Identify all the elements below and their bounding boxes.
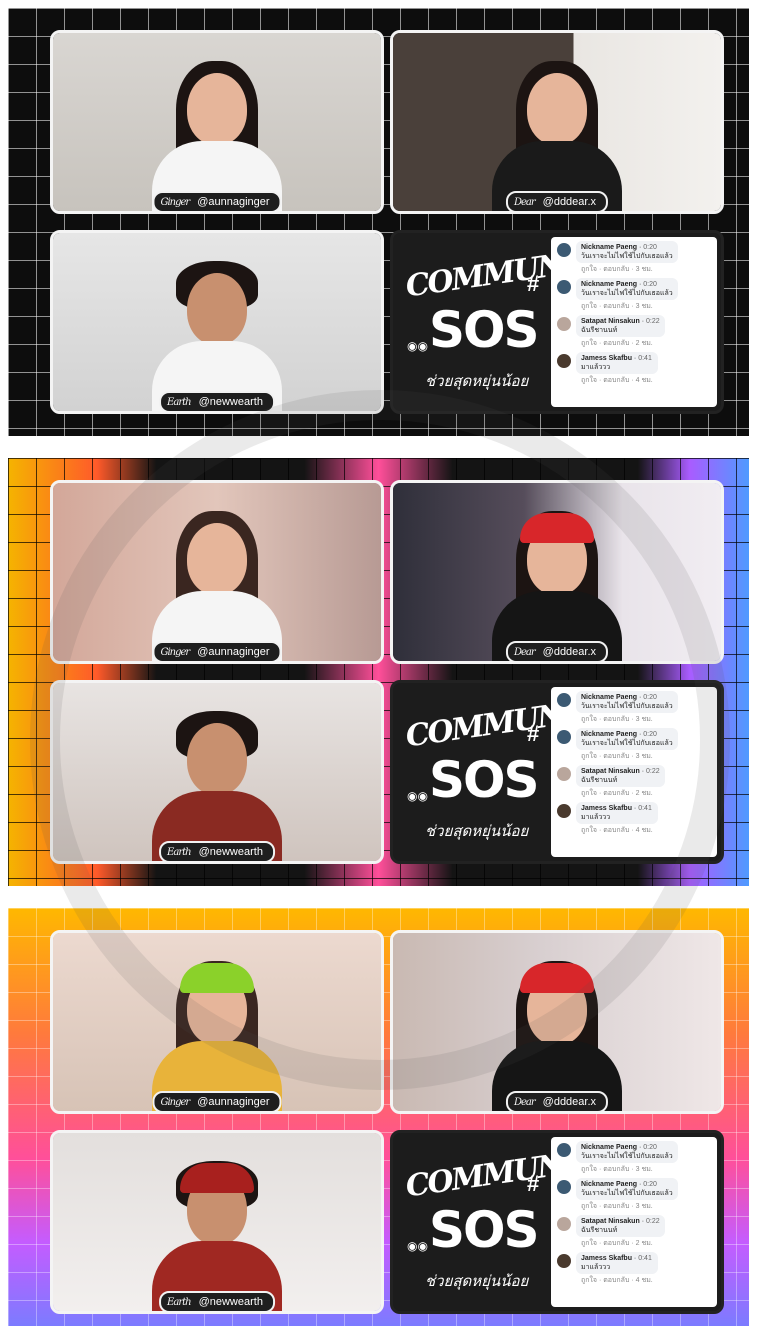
avatar bbox=[557, 1217, 571, 1231]
participant bbox=[152, 961, 282, 1111]
video-tile-dddear: Dear @dddear.x bbox=[390, 930, 724, 1114]
video-feed bbox=[53, 483, 381, 661]
avatar bbox=[557, 1180, 571, 1194]
participant bbox=[492, 61, 622, 211]
name-tag: Dear @dddear.x bbox=[505, 641, 609, 661]
name-tag: Earth @newwearth bbox=[159, 1291, 275, 1311]
participant bbox=[152, 711, 282, 861]
live-comments-tile: COMMUNITY # ◉◉ SOS ช่วยสุดหยุ่นน้อย Nick… bbox=[390, 230, 724, 414]
live-comments-tile: COMMUNITY # ◉◉ SOS ช่วยสุดหยุ่นน้อย Nick… bbox=[390, 680, 724, 864]
video-feed bbox=[53, 933, 381, 1111]
comment-list[interactable]: Nickname Paeng · 0:20 ว้นเราจะไม่ไฟใช้ไปก… bbox=[551, 237, 717, 407]
video-feed bbox=[53, 233, 381, 411]
avatar bbox=[557, 243, 571, 257]
name-tag: Dear @dddear.x bbox=[505, 191, 609, 211]
participant bbox=[152, 261, 282, 411]
name-tag: Ginger @aunnaginger bbox=[152, 641, 282, 661]
video-call-frame-3: Ginger @aunnaginger Dear @dddear.x Earth @n… bbox=[8, 908, 749, 1326]
comment: Satapat Ninsakun · 0:22 ฉันรีชานนท์ ถูกใจ … bbox=[557, 1215, 713, 1248]
participant bbox=[492, 511, 622, 661]
avatar bbox=[557, 280, 571, 294]
video-call-frame-1: Ginger @aunnaginger Dear @dddear.x Earth @n… bbox=[8, 8, 749, 436]
comment: Jamess Skafbu · 0:41 มาแล้ววว ถูกใจ · ตอบก… bbox=[557, 1252, 713, 1285]
community-sos-logo: COMMUNITY # ◉◉ SOS ช่วยสุดหยุ่นน้อย bbox=[403, 240, 617, 390]
name-tag: Ginger @aunnaginger bbox=[152, 1091, 282, 1111]
comment: Nickname Paeng · 0:20 ว้นเราจะไม่ไฟใช้ไปก… bbox=[557, 1141, 713, 1174]
comment: Nickname Paeng · 0:20 ว้นเราจะไม่ไฟใช้ไปก… bbox=[557, 241, 713, 274]
video-feed bbox=[53, 683, 381, 861]
video-feed bbox=[393, 33, 721, 211]
avatar bbox=[557, 1143, 571, 1157]
video-tile-aunnaginger: Ginger @aunnaginger bbox=[50, 480, 384, 664]
video-tile-newwearth: Earth @newwearth bbox=[50, 1130, 384, 1314]
video-tile-aunnaginger: Ginger @aunnaginger bbox=[50, 930, 384, 1114]
comment: Satapat Ninsakun · 0:22 ฉันรีชานนท์ ถูกใจ … bbox=[557, 765, 713, 798]
avatar bbox=[557, 317, 571, 331]
comment: Satapat Ninsakun · 0:22 ฉันรีชานนท์ ถูกใจ … bbox=[557, 315, 713, 348]
name-tag: Dear @dddear.x bbox=[505, 1091, 609, 1111]
video-feed bbox=[53, 33, 381, 211]
video-feed bbox=[53, 1133, 381, 1311]
video-tile-dddear: Dear @dddear.x bbox=[390, 30, 724, 214]
comment: Jamess Skafbu · 0:41 มาแล้ววว ถูกใจ · ตอบก… bbox=[557, 352, 713, 385]
comment: Nickname Paeng · 0:20 ว้นเราจะไม่ไฟใช้ไปก… bbox=[557, 278, 713, 311]
participant bbox=[492, 961, 622, 1111]
video-feed bbox=[393, 483, 721, 661]
video-tile-aunnaginger: Ginger @aunnaginger bbox=[50, 30, 384, 214]
comment: Nickname Paeng · 0:20 ว้นเราจะไม่ไฟใช้ไปก… bbox=[557, 691, 713, 724]
video-tile-newwearth: Earth @newwearth bbox=[50, 680, 384, 864]
community-sos-logo: COMMUNITY # ◉◉ SOS ช่วยสุดหยุ่นน้อย bbox=[403, 690, 617, 840]
name-tag: Earth @newwearth bbox=[159, 391, 275, 411]
avatar bbox=[557, 730, 571, 744]
name-tag: Ginger @aunnaginger bbox=[152, 191, 282, 211]
comment-list[interactable]: Nickname Paeng · 0:20 ว้นเราจะไม่ไฟใช้ไปก… bbox=[551, 1137, 717, 1307]
video-tile-newwearth: Earth @newwearth bbox=[50, 230, 384, 414]
avatar bbox=[557, 354, 571, 368]
participant bbox=[152, 61, 282, 211]
video-tile-dddear: Dear @dddear.x bbox=[390, 480, 724, 664]
avatar bbox=[557, 804, 571, 818]
video-feed bbox=[393, 933, 721, 1111]
name-tag: Earth @newwearth bbox=[159, 841, 275, 861]
participant bbox=[152, 511, 282, 661]
comment-list[interactable]: Nickname Paeng · 0:20 ว้นเราจะไม่ไฟใช้ไปก… bbox=[551, 687, 717, 857]
comment: Nickname Paeng · 0:20 ว้นเราจะไม่ไฟใช้ไปก… bbox=[557, 728, 713, 761]
avatar bbox=[557, 693, 571, 707]
avatar bbox=[557, 767, 571, 781]
community-sos-logo: COMMUNITY # ◉◉ SOS ช่วยสุดหยุ่นน้อย bbox=[403, 1140, 617, 1290]
participant bbox=[152, 1161, 282, 1311]
live-comments-tile: COMMUNITY # ◉◉ SOS ช่วยสุดหยุ่นน้อย Nick… bbox=[390, 1130, 724, 1314]
comment: Nickname Paeng · 0:20 ว้นเราจะไม่ไฟใช้ไปก… bbox=[557, 1178, 713, 1211]
comment: Jamess Skafbu · 0:41 มาแล้ววว ถูกใจ · ตอบก… bbox=[557, 802, 713, 835]
video-call-frame-2: Ginger @aunnaginger Dear @dddear.x Earth @n… bbox=[8, 458, 749, 886]
avatar bbox=[557, 1254, 571, 1268]
